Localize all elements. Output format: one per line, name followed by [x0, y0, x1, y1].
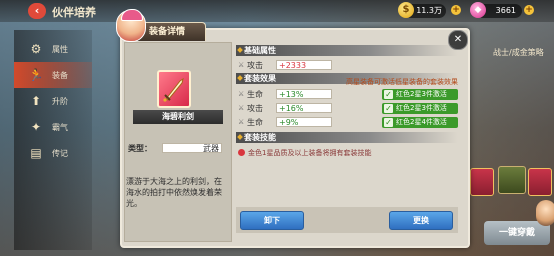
- back-button[interactable]: ‹: [28, 3, 46, 19]
- stat-value: +9%: [276, 117, 332, 127]
- nav-item-haki[interactable]: ✦ 霸气: [14, 114, 92, 140]
- sword-icon: [163, 77, 184, 102]
- book-icon: ▤: [30, 146, 42, 160]
- unequip-button[interactable]: 卸下: [240, 211, 304, 230]
- tag-label: 红色2星3件激活: [396, 104, 447, 112]
- sword-icon: ⚔: [238, 104, 245, 112]
- stat-name: 攻击: [247, 61, 263, 70]
- stat-value: +13%: [276, 89, 332, 99]
- checkmark-icon: ✓: [384, 104, 393, 113]
- stat-name: 生命: [247, 90, 263, 99]
- set-activation-tag: ✓ 红色2星3件激活: [382, 103, 458, 114]
- set-activation-tag: ✓ 红色2星4件激活: [382, 117, 458, 128]
- stat-row: ⚔ 生命 +9%: [238, 117, 338, 128]
- flame-icon: ✦: [30, 120, 42, 134]
- section-set-skill: 套装技能: [236, 132, 458, 143]
- nav-item-equipment[interactable]: 🏃 装备: [14, 62, 92, 88]
- add-gems-button[interactable]: +: [524, 5, 534, 15]
- item-description: 漂游于大海之上的利剑，在海水的拍打中依然焕发着荣光。: [126, 177, 222, 208]
- item-icon-frame: [157, 70, 191, 108]
- checkmark-icon: ✓: [384, 118, 393, 127]
- set-skill-line: 金色1星品质及以上装备将拥有套装技能: [236, 147, 458, 159]
- item-type-row: 类型： 武器: [128, 143, 224, 154]
- page-title: 伙伴培养: [52, 6, 96, 19]
- runner-icon: 🏃: [28, 68, 44, 82]
- type-value: 武器: [162, 143, 222, 153]
- equipment-slot[interactable]: [528, 168, 552, 196]
- stat-value: +16%: [276, 103, 332, 113]
- replace-button[interactable]: 更换: [389, 211, 453, 230]
- hat-icon: [121, 9, 143, 21]
- checkmark-icon: ✓: [384, 90, 393, 99]
- tag-label: 红色2星3件激活: [396, 90, 447, 98]
- sword-icon: ⚔: [238, 61, 245, 69]
- set-effect-note: 高星装备可激活低星装备的套装效果: [346, 78, 458, 86]
- stat-name: 生命: [247, 118, 263, 127]
- gear-icon: ⚙: [30, 42, 42, 56]
- set-activation-tag: ✓ 红色2星3件激活: [382, 89, 458, 100]
- stat-name: 攻击: [247, 104, 263, 113]
- gem-icon: ◆: [470, 2, 486, 18]
- role-label: 战士/成金策略: [493, 48, 544, 57]
- coin-icon: $: [398, 2, 414, 18]
- tag-label: 红色2星4件激活: [396, 118, 447, 126]
- nav-item-upgrade[interactable]: ⬆ 升阶: [14, 88, 92, 114]
- helper-avatar[interactable]: [536, 200, 554, 226]
- set-skill-text: 金色1星品质及以上装备将拥有套装技能: [248, 149, 372, 157]
- type-label: 类型：: [128, 144, 152, 153]
- character-portrait[interactable]: [498, 166, 526, 194]
- arrow-up-icon: ⬆: [30, 94, 42, 108]
- stat-value: +2333: [276, 60, 332, 70]
- nav-item-attributes[interactable]: ⚙ 属性: [14, 36, 92, 62]
- item-name: 海碧利剑: [133, 110, 223, 124]
- heart-icon: ⚔: [238, 90, 245, 98]
- bullet-icon: [238, 149, 245, 156]
- side-navigation: ⚙ 属性 🏃 装备 ⬆ 升阶 ✦ 霸气 ▤ 传记: [14, 30, 92, 250]
- stat-row: ⚔ 生命 +13%: [238, 89, 338, 100]
- equipment-slot[interactable]: [470, 168, 494, 196]
- stat-row: ⚔ 攻击 +2333: [238, 60, 338, 71]
- section-basic-attributes: 基础属性: [236, 45, 458, 56]
- add-coins-button[interactable]: +: [451, 5, 461, 15]
- heart-icon: ⚔: [238, 118, 245, 126]
- nav-item-biography[interactable]: ▤ 传记: [14, 140, 92, 166]
- stat-row: ⚔ 攻击 +16%: [238, 103, 338, 114]
- mascot-avatar: [116, 9, 146, 42]
